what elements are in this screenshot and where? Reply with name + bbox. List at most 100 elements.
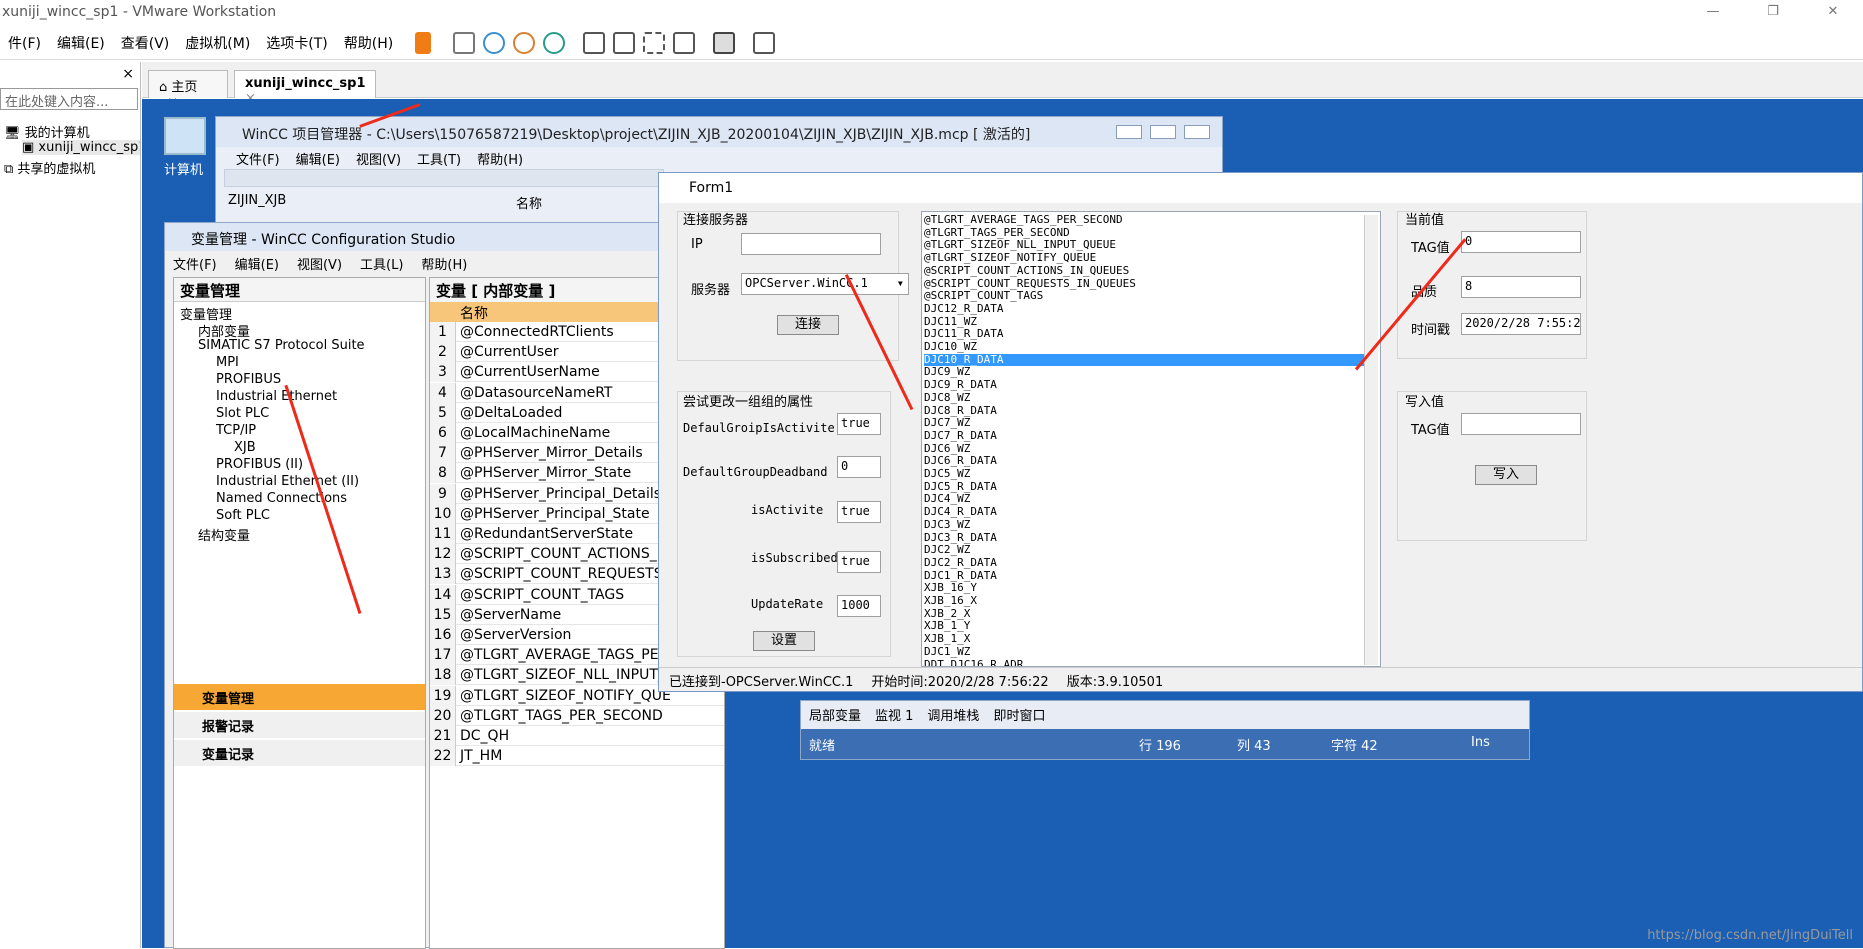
tag-list-item[interactable]: DJC3_WZ xyxy=(924,518,1364,532)
close-icon[interactable]: ✕ xyxy=(1803,0,1863,26)
tag-list-item[interactable]: DJC8_R_DATA xyxy=(924,404,1364,418)
minimize-icon[interactable]: — xyxy=(1683,0,1743,26)
tree-item-profibus-2[interactable]: PROFIBUS (II) xyxy=(216,457,303,472)
tag-list-item[interactable]: DJC6_R_DATA xyxy=(924,455,1364,468)
library-close-icon[interactable]: × xyxy=(122,66,134,82)
tree-item-s7-suite[interactable]: SIMATIC S7 Protocol Suite xyxy=(198,338,365,353)
server-select[interactable]: OPCServer.WinCC.1 ▾ xyxy=(741,273,909,295)
tag-list-item[interactable]: DJC1_WZ xyxy=(924,645,1364,659)
tag-list-item[interactable]: DJC5_WZ xyxy=(924,467,1364,481)
menu-help[interactable]: 帮助(H) xyxy=(336,33,401,53)
ip-input[interactable] xyxy=(741,233,881,255)
prop-input[interactable]: 0 xyxy=(837,456,881,478)
tree-item-profibus[interactable]: PROFIBUS xyxy=(216,372,281,387)
tag-list-item[interactable]: DJC11_R_DATA xyxy=(924,328,1364,341)
quality-field[interactable]: 8 xyxy=(1461,276,1581,298)
cs-menu-tools[interactable]: 工具(L) xyxy=(360,254,403,273)
nav-tag-management[interactable]: 变量管理 xyxy=(174,684,425,710)
tag-list-item[interactable]: @TLGRT_AVERAGE_TAGS_PER_SECOND xyxy=(924,213,1364,227)
tag-list-item[interactable]: XJB_1_Y xyxy=(924,620,1364,633)
library-item-shared[interactable]: ⧉ 共享的虚拟机 xyxy=(4,158,95,177)
tag-list-item[interactable]: DJC8_WZ xyxy=(924,391,1364,405)
show-library-icon[interactable] xyxy=(583,31,606,54)
cs-menu-help[interactable]: 帮助(H) xyxy=(421,254,467,273)
tag-list-item[interactable]: DJC12_R_DATA xyxy=(924,302,1364,316)
nav-tag-logging[interactable]: 变量记录 xyxy=(174,740,425,766)
pause-icon[interactable] xyxy=(415,31,432,54)
tag-list-item[interactable]: XJB_1_X xyxy=(924,632,1364,646)
prop-input[interactable]: true xyxy=(837,551,881,573)
prop-input[interactable]: true xyxy=(837,501,881,523)
computer-icon[interactable] xyxy=(164,117,206,155)
nav-alarm-logging[interactable]: 报警记录 xyxy=(174,712,425,738)
pm-menu-edit[interactable]: 编辑(E) xyxy=(296,149,340,168)
tree-item-named-connections[interactable]: Named Connections xyxy=(216,491,347,506)
tag-value-field[interactable]: 0 xyxy=(1461,231,1581,253)
library-item-vm[interactable]: ▣ xuniji_wincc_sp1 xyxy=(22,140,140,155)
tree-item-structure-tags[interactable]: 结构变量 xyxy=(198,525,250,544)
tag-list-item[interactable]: DJC1_R_DATA xyxy=(924,569,1364,583)
snapshot-icon[interactable] xyxy=(483,31,506,54)
tree-item-soft-plc[interactable]: Soft PLC xyxy=(216,508,270,523)
menu-vm[interactable]: 虚拟机(M) xyxy=(177,33,258,53)
maximize-icon[interactable] xyxy=(1150,125,1176,139)
tab-home[interactable]: ⌂ 主页 × xyxy=(148,70,228,110)
tag-list-item[interactable]: @TLGRT_SIZEOF_NOTIFY_QUEUE xyxy=(924,251,1364,265)
cs-menu-edit[interactable]: 编辑(E) xyxy=(235,254,279,273)
tree-item-xjb[interactable]: XJB xyxy=(234,440,256,455)
tag-listbox[interactable]: @TLGRT_AVERAGE_TAGS_PER_SECOND @TLGRT_TAG… xyxy=(921,211,1381,667)
pm-menu-file[interactable]: 文件(F) xyxy=(236,149,280,168)
tag-list-item[interactable]: DJC3_R_DATA xyxy=(924,531,1364,545)
revert-snapshot-icon[interactable] xyxy=(513,31,536,54)
tag-list-item[interactable]: DJC5_R_DATA xyxy=(924,480,1364,494)
tag-list-item[interactable]: DJC4_R_DATA xyxy=(924,505,1364,519)
maximize-icon[interactable]: ❐ xyxy=(1743,0,1803,26)
menu-edit[interactable]: 编辑(E) xyxy=(49,33,113,53)
tag-list-item[interactable]: XJB_16_Y xyxy=(924,582,1364,595)
tree-item-industrial-ethernet[interactable]: Industrial Ethernet xyxy=(216,389,337,404)
set-button[interactable]: 设置 xyxy=(753,631,815,651)
tag-list-item[interactable]: @SCRIPT_COUNT_TAGS xyxy=(924,289,1364,303)
cs-menu-file[interactable]: 文件(F) xyxy=(173,254,217,273)
pm-menu-view[interactable]: 视图(V) xyxy=(356,149,401,168)
close-icon[interactable] xyxy=(1184,125,1210,139)
tab-immediate[interactable]: 即时窗口 xyxy=(993,705,1045,724)
tree-item-slot-plc[interactable]: Slot PLC xyxy=(216,406,269,421)
tag-list-item[interactable]: DJC9_R_DATA xyxy=(924,378,1364,392)
tag-list-item[interactable]: DJC7_WZ xyxy=(924,416,1364,430)
timestamp-field[interactable]: 2020/2/28 7:55:2 xyxy=(1461,313,1581,335)
prop-input[interactable]: true xyxy=(837,413,881,435)
chevron-down-icon[interactable]: ▾ xyxy=(897,276,904,290)
tag-list-item[interactable]: XJB_16_X xyxy=(924,594,1364,608)
prop-input[interactable]: 1000 xyxy=(837,595,881,617)
connect-button[interactable]: 连接 xyxy=(777,315,839,335)
tree-item-industrial-ethernet-2[interactable]: Industrial Ethernet (II) xyxy=(216,474,359,489)
tag-list-item[interactable]: XJB_2_X xyxy=(924,607,1364,621)
library-search-input[interactable]: 在此处键入内容... xyxy=(0,88,138,110)
table-row[interactable]: 21 DC_QH xyxy=(430,726,724,746)
unity-icon[interactable] xyxy=(673,31,696,54)
tag-list-item[interactable]: DDT_DJC16_R_ADR xyxy=(924,658,1364,666)
tag-list-item[interactable]: DJC2_WZ xyxy=(924,543,1364,557)
write-button[interactable]: 写入 xyxy=(1475,465,1537,485)
tree-item-tcp-ip[interactable]: TCP/IP xyxy=(216,423,256,438)
library-item-my-computer[interactable]: 🖥 我的计算机 xyxy=(4,122,90,141)
tab-locals[interactable]: 局部变量 xyxy=(809,705,861,724)
tag-list-item[interactable]: DJC10_R_DATA xyxy=(924,353,1364,367)
console-icon[interactable] xyxy=(713,31,736,54)
menu-view[interactable]: 查看(V) xyxy=(113,33,178,53)
pm-tree-root[interactable]: ZIJIN_XJB xyxy=(228,193,286,208)
menu-file[interactable]: 件(F) xyxy=(0,33,49,53)
pm-menu-help[interactable]: 帮助(H) xyxy=(477,149,523,168)
tab-vm[interactable]: xuniji_wincc_sp1 × xyxy=(234,70,376,106)
send-keys-icon[interactable] xyxy=(453,31,476,54)
menu-tabs[interactable]: 选项卡(T) xyxy=(258,33,335,53)
pm-menu-tools[interactable]: 工具(T) xyxy=(417,149,461,168)
snapshot-manager-icon[interactable] xyxy=(543,31,566,54)
fullscreen-icon[interactable] xyxy=(643,31,666,54)
tag-list-item[interactable]: @SCRIPT_COUNT_ACTIONS_IN_QUEUES xyxy=(924,264,1364,278)
stretch-icon[interactable] xyxy=(753,31,776,54)
cs-menu-view[interactable]: 视图(V) xyxy=(297,254,342,273)
thumbnail-icon[interactable] xyxy=(613,31,636,54)
minimize-icon[interactable] xyxy=(1116,125,1142,139)
